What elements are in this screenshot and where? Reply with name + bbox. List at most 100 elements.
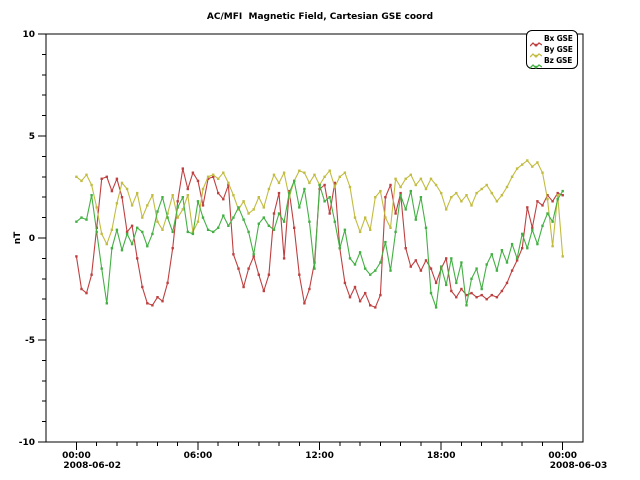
by-gse-marker (90, 184, 92, 186)
bx-gse-marker (308, 288, 310, 290)
by-gse-marker (501, 194, 503, 196)
by-gse-marker (85, 174, 87, 176)
bx-gse-marker (303, 302, 305, 304)
bx-gse-marker (90, 274, 92, 276)
legend-entry-by: By GSE (530, 44, 575, 55)
legend-entry-bx: Bx GSE (530, 33, 575, 44)
by-gse-marker (486, 184, 488, 186)
bx-gse-marker (187, 188, 189, 190)
by-gse-marker (491, 192, 493, 194)
x-tick-label: 00:00 (62, 451, 91, 461)
by-gse-marker (475, 192, 477, 194)
bx-gse-marker (541, 204, 543, 206)
bx-gse-marker (389, 184, 391, 186)
by-gse-marker (258, 196, 260, 198)
bz-gse-marker (298, 206, 300, 208)
bx-gse-marker (177, 200, 179, 202)
bz-gse-marker (349, 257, 351, 259)
bx-line-sample-icon (530, 34, 542, 43)
bx-gse-marker (394, 212, 396, 214)
bz-gse-marker (420, 196, 422, 198)
bz-gse-marker (374, 269, 376, 271)
bx-gse-marker (263, 290, 265, 292)
by-gse-marker (232, 194, 234, 196)
bz-gse-marker (450, 257, 452, 259)
by-gse-marker (374, 196, 376, 198)
bz-gse-marker (399, 194, 401, 196)
bx-gse-marker (106, 176, 108, 178)
bx-gse-marker (384, 196, 386, 198)
x-date-label: 2008-06-03 (550, 461, 608, 471)
bz-gse-marker (521, 233, 523, 235)
bx-gse-marker (161, 300, 163, 302)
y-tick-label: -5 (25, 336, 35, 346)
bx-gse-marker (445, 257, 447, 259)
bx-gse-marker (298, 274, 300, 276)
by-gse-marker (364, 216, 366, 218)
bz-gse-marker (192, 233, 194, 235)
bz-gse-marker (491, 253, 493, 255)
bz-gse-marker (232, 216, 234, 218)
bz-gse-marker (151, 233, 153, 235)
by-gse-marker (177, 216, 179, 218)
bz-gse-marker (161, 196, 163, 198)
legend-label-bx: Bx GSE (544, 34, 573, 43)
by-gse-marker (410, 174, 412, 176)
bz-gse-marker (217, 227, 219, 229)
by-gse-marker (106, 243, 108, 245)
by-gse-marker (435, 184, 437, 186)
bx-gse-marker (491, 294, 493, 296)
by-gse-marker (182, 208, 184, 210)
by-gse-marker (455, 192, 457, 194)
bz-gse-marker (501, 249, 503, 251)
bz-gse-marker (212, 231, 214, 233)
by-gse-marker (334, 186, 336, 188)
bz-gse-marker (536, 243, 538, 245)
bz-gse-marker (470, 278, 472, 280)
by-gse-marker (562, 255, 564, 257)
bx-gse-marker (156, 296, 158, 298)
by-gse-marker (172, 194, 174, 196)
bx-gse-marker (222, 198, 224, 200)
by-gse-marker (101, 233, 103, 235)
bx-gse-marker (455, 296, 457, 298)
by-gse-marker (354, 216, 356, 218)
by-gse-marker (389, 227, 391, 229)
bz-gse-marker (359, 251, 361, 253)
bz-gse-marker (394, 231, 396, 233)
bz-gse-marker (121, 249, 123, 251)
bx-gse-marker (359, 300, 361, 302)
bx-gse-marker (374, 306, 376, 308)
by-gse-marker (329, 170, 331, 172)
bz-gse-marker (172, 231, 174, 233)
bx-gse-marker (536, 200, 538, 202)
bz-gse-marker (273, 229, 275, 231)
bx-gse-marker (344, 282, 346, 284)
y-axis-title: nT (13, 231, 23, 244)
by-gse-marker (557, 194, 559, 196)
bz-gse-marker (531, 229, 533, 231)
bx-gse-marker (562, 194, 564, 196)
bz-gse-marker (293, 180, 295, 182)
bz-gse-marker (562, 190, 564, 192)
by-gse-marker (308, 182, 310, 184)
bz-gse-marker (551, 221, 553, 223)
bx-gse-marker (369, 304, 371, 306)
bx-gse-marker (470, 292, 472, 294)
bz-gse-marker (546, 212, 548, 214)
y-tick-label: -10 (19, 438, 35, 448)
bz-gse-marker (111, 247, 113, 249)
bz-gse-marker (506, 261, 508, 263)
by-gse-marker (75, 176, 77, 178)
bz-gse-marker (141, 231, 143, 233)
bz-gse-marker (379, 261, 381, 263)
bx-gse-marker (85, 292, 87, 294)
bz-gse-marker (313, 267, 315, 269)
by-gse-marker (263, 206, 265, 208)
legend-marker-sample (535, 66, 537, 68)
bz-gse-marker (222, 214, 224, 216)
x-tick-label: 00:00 (548, 451, 577, 461)
bx-gse-marker (551, 200, 553, 202)
by-gse-marker (399, 186, 401, 188)
by-gse-marker (415, 184, 417, 186)
